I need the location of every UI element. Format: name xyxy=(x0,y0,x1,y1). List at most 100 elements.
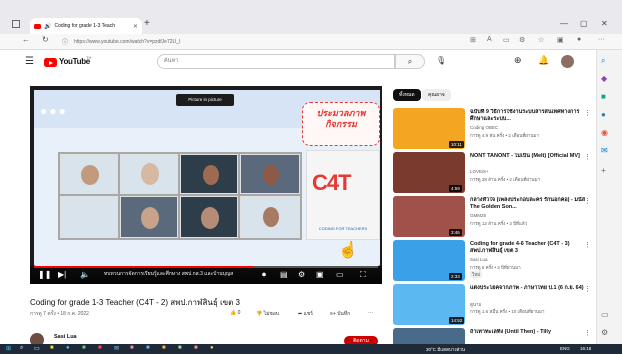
edge-taskbar-icon[interactable]: ● xyxy=(66,345,70,351)
chrome-icon[interactable]: ● xyxy=(210,345,214,351)
dislike-label: ไม่ชอบ xyxy=(263,311,280,317)
related-channel[interactable]: Sasi Lua xyxy=(470,257,488,262)
taskbar-search-icon[interactable]: ⌕ xyxy=(20,345,23,352)
related-more-icon[interactable]: ⋮ xyxy=(584,109,591,117)
store-icon[interactable]: ■ xyxy=(82,345,86,351)
miniplayer-icon[interactable]: ▣ xyxy=(316,270,324,279)
text-size-icon[interactable]: A xyxy=(487,36,492,43)
related-meta: การดู 6 ครั้ง • 3 ปีที่ผ่านมา xyxy=(470,265,521,270)
collections-icon[interactable]: ▣ xyxy=(557,36,564,44)
fullscreen-icon[interactable]: ⛶ xyxy=(360,270,366,280)
related-more-icon[interactable]: ⋮ xyxy=(584,329,591,337)
sidebar-outlook-icon[interactable]: ✉ xyxy=(601,146,608,155)
country-code: TH xyxy=(86,55,92,60)
search-button[interactable]: ⌕ xyxy=(395,54,425,69)
excel-icon[interactable]: ■ xyxy=(178,345,182,351)
notifications-bell-icon[interactable]: 🔔 xyxy=(538,55,549,66)
app-icon[interactable]: ■ xyxy=(98,345,102,351)
weather-status[interactable]: 30°C มีแดดบางส่วน xyxy=(426,346,465,353)
youtube-logo-icon[interactable] xyxy=(44,58,57,67)
profile-icon[interactable]: ● xyxy=(577,36,581,43)
pdf-icon[interactable]: ■ xyxy=(194,345,198,351)
thumbs-down-icon: 👎 xyxy=(256,311,264,317)
dislike-button[interactable]: 👎 ไม่ชอบ xyxy=(256,310,279,318)
new-tab-button[interactable]: + xyxy=(144,18,150,29)
related-channel[interactable]: Coding OBEC xyxy=(470,125,498,130)
extensions-icon[interactable]: ⚙ xyxy=(519,36,525,44)
related-title[interactable]: กลางหัวใจ (เพลงประกอบละคร รักนอกคอ) - มน… xyxy=(470,197,590,211)
related-channel[interactable]: LOVEiS+ xyxy=(470,169,489,174)
related-title[interactable]: ฉบับที่ 9 วิธีการใช้งานระบบสารสนเทศทางกา… xyxy=(470,109,590,123)
tab-close-button[interactable]: ✕ xyxy=(133,23,138,30)
c4t-subtitle: CODING FOR TEACHERS xyxy=(318,226,368,231)
subtitles-icon[interactable]: ▤ xyxy=(280,270,288,279)
clock[interactable]: 16:18 xyxy=(580,346,591,351)
related-more-icon[interactable]: ⋮ xyxy=(584,285,591,293)
related-more-icon[interactable]: ⋮ xyxy=(584,241,591,249)
mail-icon[interactable]: ✉ xyxy=(114,345,119,352)
maximize-button[interactable]: ▢ xyxy=(580,19,588,28)
powerpoint-icon[interactable]: ■ xyxy=(162,345,166,351)
window-menu-icon[interactable] xyxy=(12,20,20,28)
hamburger-menu-icon[interactable]: ☰ xyxy=(25,56,34,67)
related-channel[interactable]: GMM25 xyxy=(470,213,486,218)
sidebar-add-icon[interactable]: + xyxy=(601,166,606,175)
theater-mode-icon[interactable]: ▭ xyxy=(336,270,344,279)
photos-icon[interactable]: ■ xyxy=(130,345,134,351)
url-field[interactable]: https://www.youtube.com/watch?v=pzdfJe72… xyxy=(74,37,464,48)
task-view-icon[interactable]: ▭ xyxy=(34,345,40,352)
related-duration: 10:11 xyxy=(449,141,464,148)
more-menu-icon[interactable]: ··· xyxy=(598,36,605,43)
sidebar-tools-icon[interactable]: ■ xyxy=(601,92,606,101)
info-icon[interactable]: ⓘ xyxy=(62,37,68,46)
related-more-icon[interactable]: ⋮ xyxy=(584,153,591,161)
create-video-icon[interactable]: ⊕ xyxy=(514,55,522,66)
mic-icon[interactable]: 🎙 xyxy=(436,56,446,65)
save-button[interactable]: ≡+ บันทึก xyxy=(330,310,350,318)
related-more-icon[interactable]: ⋮ xyxy=(584,197,591,205)
channel-name[interactable]: Sasi Lua xyxy=(54,334,77,340)
like-button[interactable]: 👍 0 xyxy=(230,310,240,316)
share-button[interactable]: ➦ แชร์ xyxy=(298,310,313,318)
refresh-icon[interactable]: ↻ xyxy=(42,35,49,44)
file-explorer-icon[interactable]: ■ xyxy=(50,345,54,351)
sidebar-search-icon[interactable]: ⌕ xyxy=(601,56,605,66)
chip-all[interactable]: ทั้งหมด xyxy=(393,89,421,101)
related-title[interactable]: Coding for grade 4-6 Teacher (C4T - 3) ส… xyxy=(470,241,590,255)
speaker-icon[interactable]: 🔊 xyxy=(44,23,51,30)
more-actions-button[interactable]: ··· xyxy=(368,310,373,316)
sidebar-shopping-icon[interactable]: ◆ xyxy=(601,74,607,83)
volume-icon[interactable]: 🔈 xyxy=(80,270,90,279)
immersive-reader-icon[interactable]: ▭ xyxy=(503,36,510,44)
related-channel[interactable]: ดูนาม xyxy=(470,301,482,308)
c4t-logo: C4T xyxy=(312,170,352,195)
chapter-title[interactable]: ทบทวนการจัดการเรียนรู้และศึกษาง สพป.กส.3… xyxy=(104,270,254,279)
close-window-button[interactable]: ✕ xyxy=(601,19,608,28)
word-icon[interactable]: ■ xyxy=(146,345,150,351)
related-title[interactable]: ถ้าเทาทะเลทิ้ง (Until Then) - Tilly xyxy=(470,329,590,336)
input-language[interactable]: ENG xyxy=(560,346,570,351)
sidebar-office-icon[interactable]: ◉ xyxy=(601,128,608,137)
next-video-icon[interactable]: ▶| xyxy=(58,270,66,279)
youtube-favicon-icon xyxy=(34,23,41,29)
back-icon[interactable]: ← xyxy=(22,35,30,44)
minimize-button[interactable]: — xyxy=(560,19,568,28)
play-pause-icon[interactable]: ❚❚ xyxy=(38,270,51,279)
participant-tile xyxy=(120,196,178,238)
user-avatar[interactable] xyxy=(561,55,574,68)
favorites-icon[interactable]: ☆ xyxy=(538,36,544,44)
related-title[interactable]: แต่งประโยคจากภาพ - ภาษาไทย ป.1 (6 ก.ย. 6… xyxy=(470,285,590,292)
sidebar-settings-icon[interactable]: ⚙ xyxy=(601,328,608,337)
browser-tab[interactable]: 🔊 Coding for grade 1-3 Teach ✕ xyxy=(30,18,142,34)
start-icon[interactable]: ⊞ xyxy=(6,345,11,352)
picture-in-picture-button[interactable]: Picture in picture xyxy=(176,94,234,106)
autoplay-toggle-icon[interactable]: ⏺ xyxy=(262,270,266,280)
settings-gear-icon[interactable]: ⚙ xyxy=(298,270,305,279)
search-input[interactable]: ค้นหา xyxy=(157,54,395,69)
related-title[interactable]: NONT TANONT - ไม่เป็น (Melt) [Official M… xyxy=(470,153,590,160)
sidebar-games-icon[interactable]: ● xyxy=(601,110,606,119)
chip-recommended[interactable]: คุณอาจ xyxy=(422,89,451,101)
sidebar-layout-icon[interactable]: ▭ xyxy=(601,310,609,319)
read-aloud-icon[interactable]: ⊞ xyxy=(470,36,476,44)
participant-tile xyxy=(60,196,118,238)
